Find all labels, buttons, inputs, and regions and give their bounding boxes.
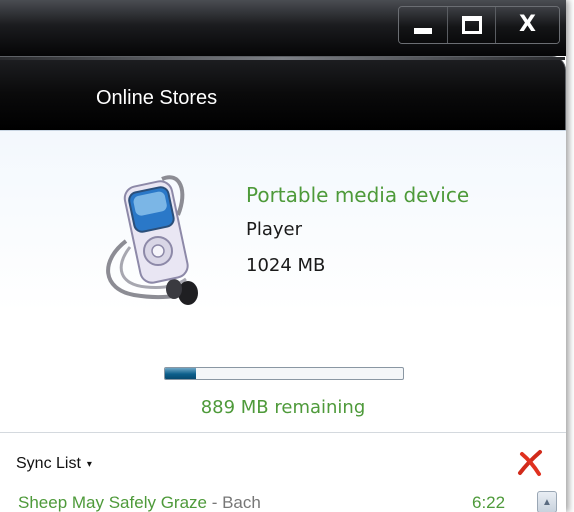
track-duration: 6:22 [472, 493, 506, 512]
tab-bar-highlight [0, 57, 565, 60]
device-capacity: 1024 MB [246, 255, 326, 276]
track-separator: - [206, 493, 223, 512]
media-player-window: X Online Stores Portable media device Pl… [0, 0, 566, 512]
sync-list-area: Sync List ▾ Sheep May Safely Graze - Bac… [0, 432, 566, 512]
storage-remaining: 889 MB remaining [200, 397, 366, 418]
track-artist: Bach [222, 493, 261, 512]
device-name: Portable media device [246, 183, 470, 207]
minimize-icon [414, 28, 432, 34]
maximize-button[interactable] [447, 7, 495, 43]
track-title-cell: Sheep May Safely Graze - Bach [18, 493, 261, 512]
device-model: Player [246, 219, 303, 240]
close-icon: X [519, 12, 536, 37]
scroll-up-button[interactable]: ▲ [537, 491, 557, 512]
track-row[interactable]: Sheep May Safely Graze - Bach 6:22 ▲ [0, 491, 566, 512]
chevron-up-icon: ▲ [542, 496, 552, 508]
track-title: Sheep May Safely Graze [18, 493, 207, 512]
maximize-icon [461, 16, 482, 34]
tab-bar: Online Stores [0, 56, 566, 130]
sync-list-label: Sync List [16, 455, 81, 472]
storage-progress-bar [164, 367, 404, 380]
red-x-delete-icon[interactable] [516, 449, 544, 477]
chevron-down-icon: ▾ [86, 458, 92, 470]
close-button[interactable]: X [495, 7, 559, 43]
minimize-button[interactable] [399, 7, 447, 43]
device-panel: Portable media device Player 1024 MB 889… [0, 130, 566, 433]
portable-media-player-icon [106, 175, 198, 305]
window-caption-buttons: X [398, 6, 560, 44]
storage-progress-fill [165, 368, 196, 379]
tab-online-stores[interactable]: Online Stores [96, 87, 217, 110]
title-bar: X [0, 0, 566, 56]
sync-list-dropdown[interactable]: Sync List ▾ [16, 455, 92, 473]
